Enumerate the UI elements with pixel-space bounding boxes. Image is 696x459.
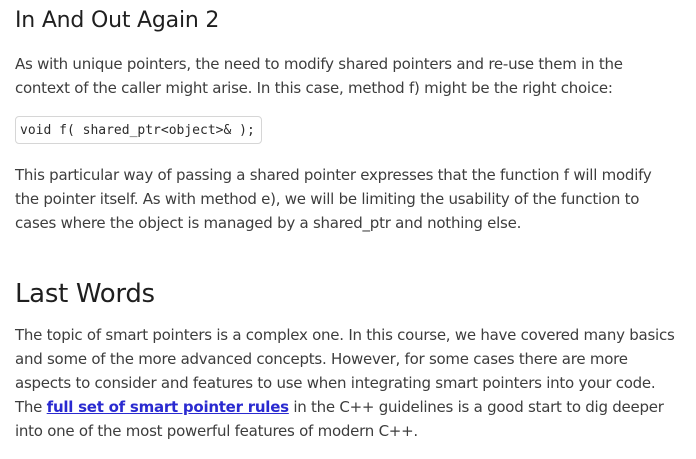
paragraph-last-words: The topic of smart pointers is a complex… bbox=[15, 323, 680, 443]
paragraph-passing-shared-pointer: This particular way of passing a shared … bbox=[15, 166, 652, 232]
smart-pointer-rules-link[interactable]: full set of smart pointer rules bbox=[47, 398, 289, 416]
code-text: void f( shared_ptr<object>& ); bbox=[20, 122, 255, 138]
paragraph-shared-pointer-modify: As with unique pointers, the need to mod… bbox=[15, 55, 623, 97]
section-heading-in-and-out-again-2: In And Out Again 2 bbox=[15, 8, 220, 33]
section-heading-last-words: Last Words bbox=[15, 279, 155, 309]
code-snippet: void f( shared_ptr<object>& ); bbox=[15, 116, 262, 144]
